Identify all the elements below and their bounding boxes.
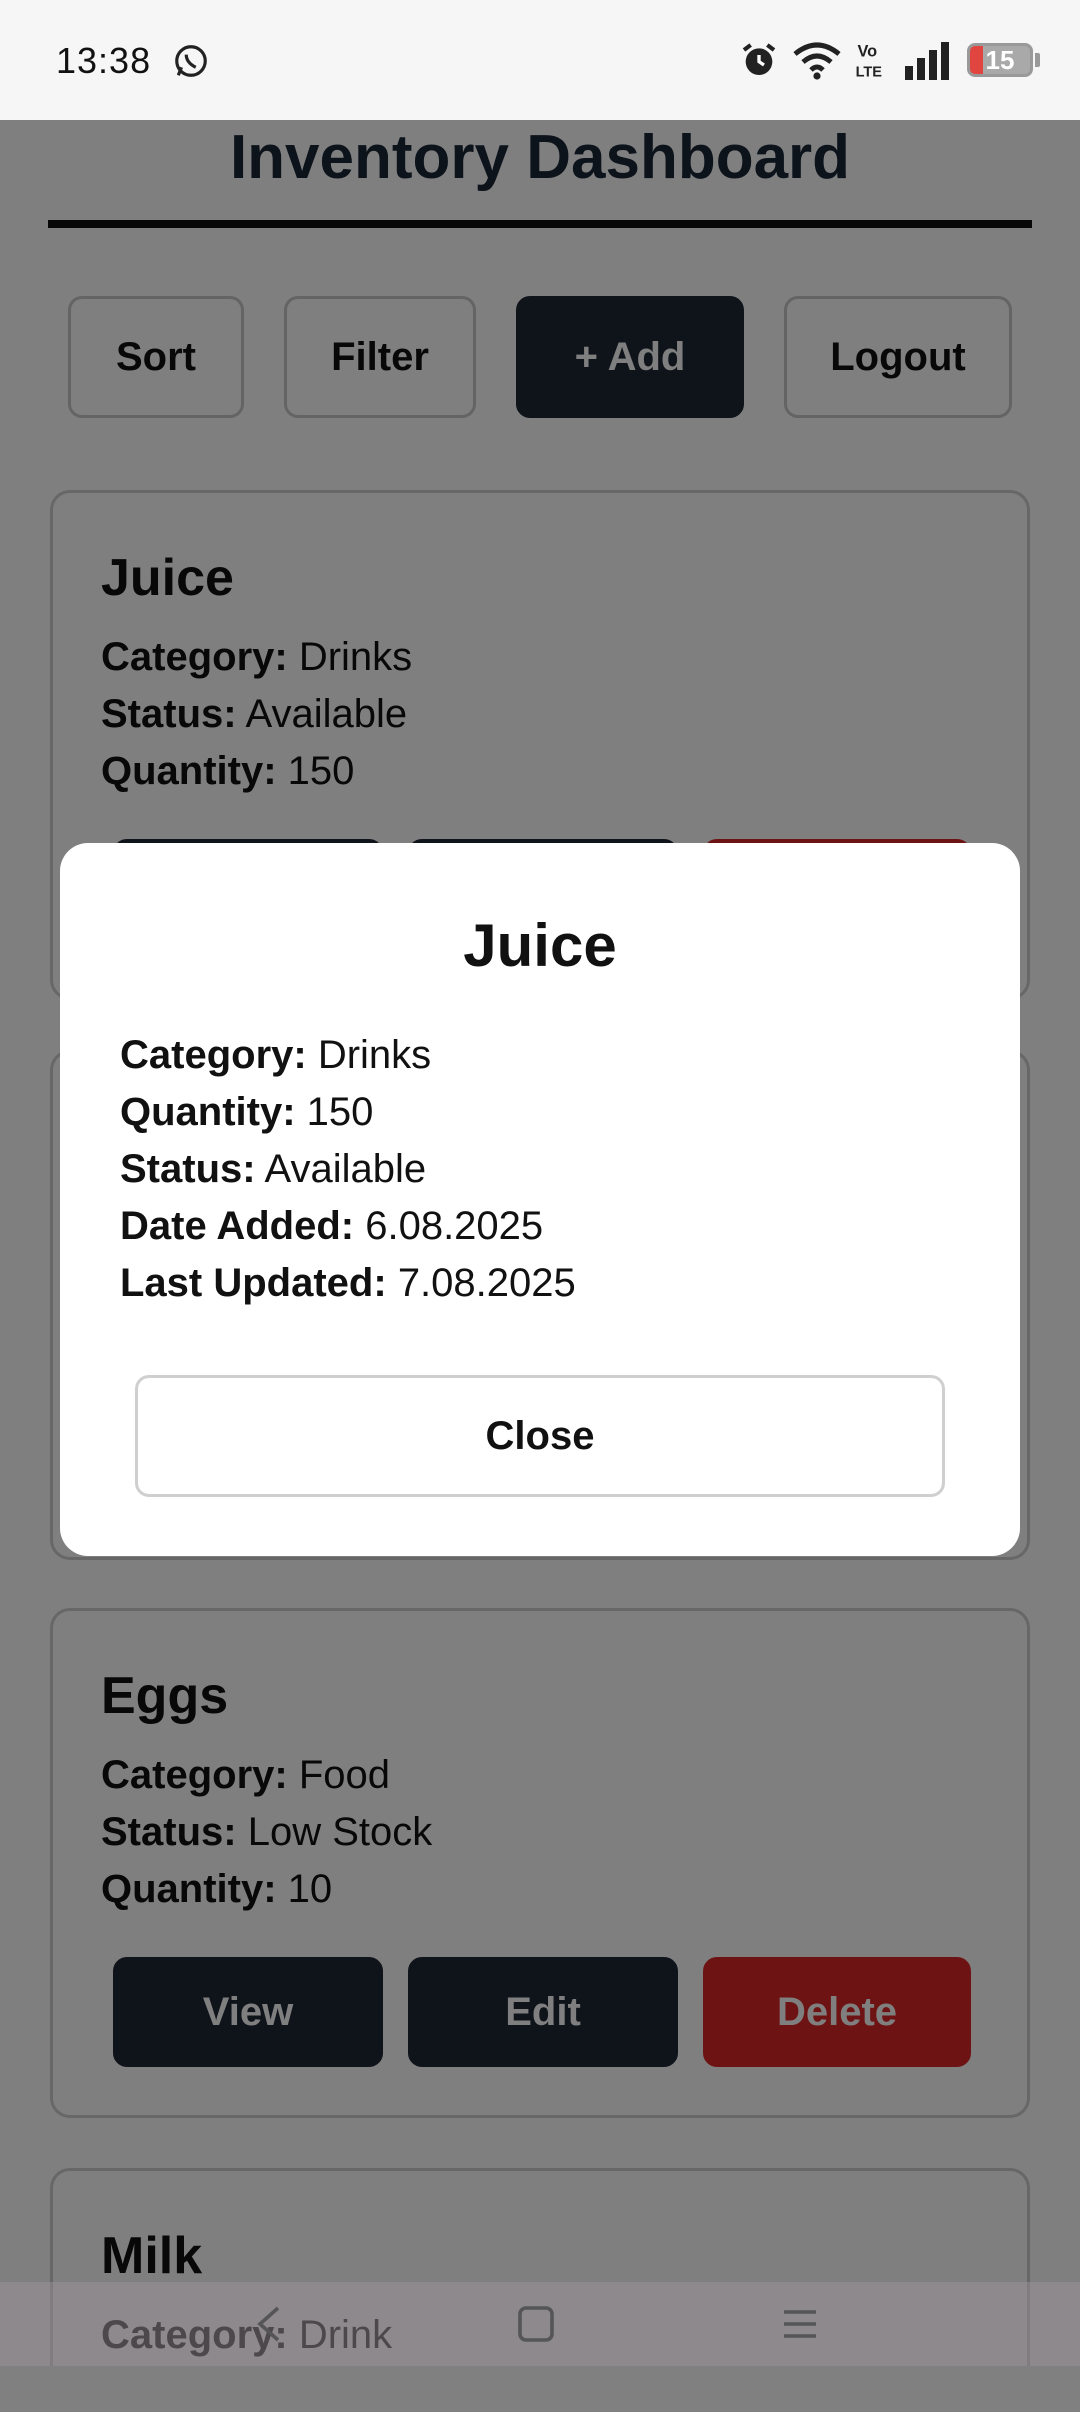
- bottom-strip: [0, 2366, 1080, 2412]
- item-detail-modal: Juice Category: Drinks Quantity: 150 Sta…: [60, 843, 1020, 1556]
- home-icon[interactable]: [516, 2304, 556, 2344]
- svg-text:Vo: Vo: [857, 42, 877, 60]
- status-bar: 13:38 Vo LTE 15: [0, 0, 1080, 120]
- back-icon[interactable]: [250, 2304, 290, 2344]
- modal-status: Status: Available: [120, 1147, 427, 1191]
- system-nav-bar: [0, 2282, 1080, 2366]
- close-button[interactable]: Close: [135, 1375, 945, 1497]
- volte-icon: Vo LTE: [856, 42, 883, 80]
- alarm-icon: [742, 43, 776, 75]
- svg-text:LTE: LTE: [856, 64, 883, 80]
- wifi-icon: [793, 42, 841, 80]
- whatsapp-icon: [175, 45, 207, 77]
- modal-title: Juice: [463, 912, 617, 979]
- modal-category: Category: Drinks: [120, 1033, 432, 1077]
- modal-quantity: Quantity: 150: [120, 1090, 374, 1134]
- menu-icon[interactable]: [780, 2304, 820, 2344]
- signal-icon: [905, 42, 949, 80]
- battery-level: 15: [985, 45, 1015, 75]
- modal-date-added: Date Added: 6.08.2025: [120, 1204, 544, 1248]
- status-time: 13:38: [56, 40, 152, 81]
- modal-last-updated: Last Updated: 7.08.2025: [120, 1261, 576, 1305]
- battery-icon: 15: [967, 43, 1033, 77]
